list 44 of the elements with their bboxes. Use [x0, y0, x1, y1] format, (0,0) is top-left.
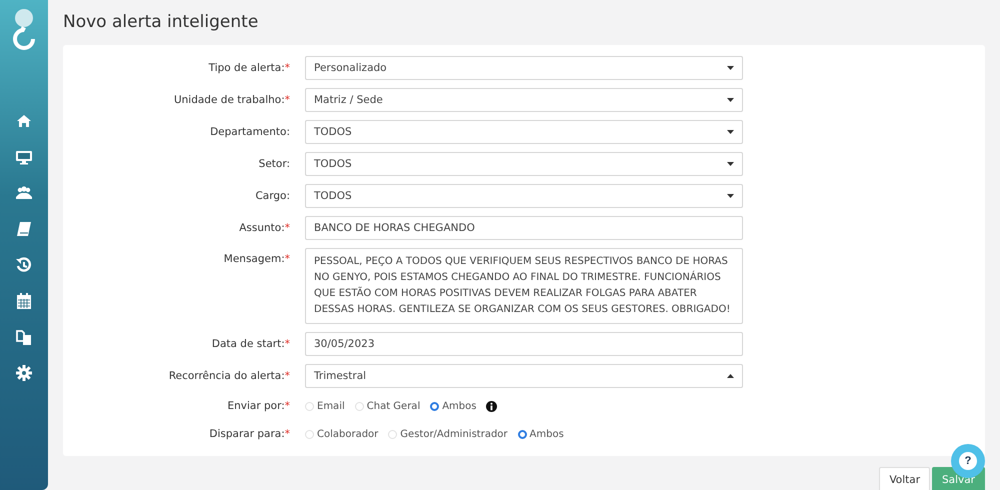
select-field[interactable]: Matriz / Sede — [305, 88, 743, 112]
select-field[interactable]: Personalizado — [305, 56, 743, 80]
caret-icon — [727, 374, 734, 378]
field-label: Mensagem:* — [224, 253, 290, 265]
field-label: Cargo: — [255, 190, 290, 202]
field-label: Recorrência do alerta:* — [168, 370, 290, 382]
radio-option[interactable]: Ambos — [430, 400, 476, 412]
logo-icon — [11, 8, 37, 50]
field-label: Assunto:* — [239, 222, 290, 234]
caret-icon — [727, 130, 734, 134]
calendar-icon[interactable] — [15, 292, 33, 310]
radio-option[interactable]: Gestor/Administrador — [388, 428, 508, 440]
gear-icon[interactable] — [15, 364, 33, 382]
field-label: Data de start:* — [212, 338, 290, 350]
field-label: Disparar para:* — [209, 428, 290, 440]
documents-icon[interactable] — [15, 328, 33, 346]
home-icon[interactable] — [15, 112, 33, 130]
field-label: Enviar por:* — [227, 400, 290, 412]
select-field[interactable]: TODOS — [305, 120, 743, 144]
monitor-icon[interactable] — [15, 148, 33, 166]
users-icon[interactable] — [15, 184, 33, 202]
input-field[interactable]: 30/05/2023 — [305, 332, 743, 356]
select-field[interactable]: TODOS — [305, 152, 743, 176]
caret-icon — [727, 66, 734, 70]
page-title: Novo alerta inteligente — [63, 12, 260, 32]
back-button[interactable]: Voltar — [879, 467, 930, 490]
radio-option[interactable]: Ambos — [518, 428, 564, 440]
field-label: Tipo de alerta:* — [208, 62, 290, 74]
radio-option[interactable]: Colaborador — [305, 428, 378, 440]
book-icon[interactable] — [15, 220, 33, 238]
select-field[interactable]: Trimestral — [305, 364, 743, 388]
caret-icon — [727, 162, 734, 166]
history-icon[interactable] — [15, 256, 33, 274]
caret-icon — [727, 98, 734, 102]
caret-icon — [727, 194, 734, 198]
input-field[interactable]: BANCO DE HORAS CHEGANDO — [305, 216, 743, 240]
info-icon[interactable] — [486, 400, 498, 412]
message-field[interactable]: PESSOAL, PEÇO A TODOS QUE VERIFIQUEM SEUS RESPECTIVOS BANCO DE HORAS NO GENYO, POIS ESTAMOS CHEGANDO AO FINAL DO TRIMESTRE. FUNCIONÁRIOS QUE ESTÃO COM HORAS POSITIVAS DEVEM REALIZAR FOLGAS PARA ABATER DESSAS HORAS. GENTILEZA SE ORGANIZAR COM OS SEUS GESTORES. OBRIGADO! — [305, 248, 743, 324]
radio-option[interactable]: Email — [305, 400, 345, 412]
field-label: Unidade de trabalho:* — [174, 94, 290, 106]
field-label: Setor: — [258, 158, 290, 170]
radio-option[interactable]: Chat Geral — [354, 400, 420, 412]
select-field[interactable]: TODOS — [305, 184, 743, 208]
field-label: Departamento: — [210, 126, 290, 138]
